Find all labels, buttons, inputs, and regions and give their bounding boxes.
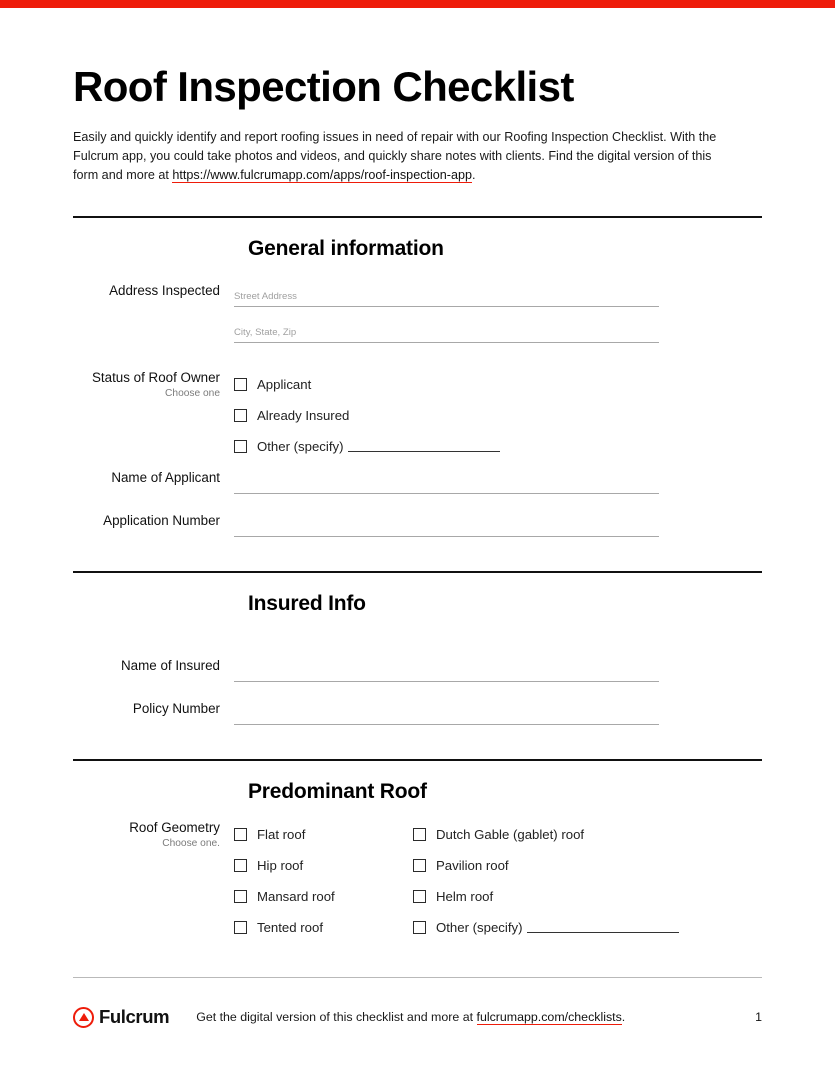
- field-row-policy-number: Policy Number: [73, 700, 762, 726]
- page-footer: Fulcrum Get the digital version of this …: [73, 1006, 762, 1028]
- other-roof-specify-input[interactable]: [527, 922, 680, 934]
- checkbox-option-other-status[interactable]: Other (specify): [234, 431, 762, 462]
- roof-geometry-left-column: Flat roof Hip roof Mansard roof Tented r…: [234, 819, 413, 943]
- policy-number-input[interactable]: [234, 700, 659, 726]
- circle-triangle-icon: [73, 1006, 94, 1028]
- checkbox-icon[interactable]: [234, 828, 247, 842]
- field-row-name-of-applicant: Name of Applicant: [73, 469, 762, 495]
- street-address-input[interactable]: Street Address: [234, 282, 659, 308]
- checkbox-option-pavilion-roof[interactable]: Pavilion roof: [413, 850, 762, 881]
- checkbox-option-tented-roof[interactable]: Tented roof: [234, 912, 413, 943]
- footer-text: Get the digital version of this checklis…: [196, 1010, 755, 1025]
- field-label-status-of-roof-owner: Status of Roof Owner Choose one: [73, 369, 234, 401]
- field-label-policy-number: Policy Number: [132, 701, 220, 717]
- page-number: 1: [755, 1010, 762, 1024]
- intro-text-after-link: .: [472, 168, 476, 183]
- checkbox-option-other-roof[interactable]: Other (specify): [413, 912, 762, 943]
- page-title: Roof Inspection Checklist: [73, 63, 574, 110]
- section-heading-general: General information: [248, 237, 444, 261]
- intro-link[interactable]: https://www.fulcrumapp.com/apps/roof-ins…: [172, 168, 472, 184]
- field-row-status-of-roof-owner: Status of Roof Owner Choose one Applican…: [73, 369, 762, 462]
- checkbox-icon[interactable]: [413, 859, 426, 873]
- checkbox-label: Dutch Gable (gablet) roof: [436, 827, 585, 843]
- document-page: Roof Inspection Checklist Easily and qui…: [0, 0, 835, 1080]
- fulcrum-logo: Fulcrum: [73, 1006, 170, 1028]
- checkbox-icon[interactable]: [234, 409, 247, 423]
- name-of-applicant-input[interactable]: [234, 469, 659, 495]
- document-content: Roof Inspection Checklist Easily and qui…: [0, 8, 835, 943]
- checkbox-icon[interactable]: [413, 890, 426, 904]
- checkbox-option-flat-roof[interactable]: Flat roof: [234, 819, 413, 850]
- logo-wordmark: Fulcrum: [99, 1006, 170, 1027]
- section-general-information: General information Address Inspected St…: [73, 218, 762, 571]
- field-row-roof-geometry: Roof Geometry Choose one. Flat roof Hip …: [73, 819, 762, 943]
- roof-geometry-right-column: Dutch Gable (gablet) roof Pavilion roof …: [413, 819, 762, 943]
- section-heading-insured: Insured Info: [248, 592, 366, 616]
- checkbox-option-dutch-gable-roof[interactable]: Dutch Gable (gablet) roof: [413, 819, 762, 850]
- checkbox-label: Helm roof: [436, 889, 494, 905]
- checkbox-label: Tented roof: [257, 920, 323, 936]
- footer-link[interactable]: fulcrumapp.com/checklists: [476, 1010, 622, 1025]
- checkbox-label: Flat roof: [257, 827, 306, 843]
- field-label-roof-geometry: Roof Geometry Choose one.: [73, 819, 234, 851]
- checkbox-option-already-insured[interactable]: Already Insured: [234, 400, 762, 431]
- footer-text-after-link: .: [621, 1010, 626, 1024]
- checkbox-label: Other (specify): [257, 439, 344, 455]
- field-hint-roof-geometry: Choose one.: [162, 838, 220, 850]
- section-insured-info: Insured Info Name of Insured Policy Numb…: [73, 573, 762, 759]
- section-predominant-roof: Predominant Roof Roof Geometry Choose on…: [73, 761, 762, 943]
- checkbox-icon[interactable]: [234, 921, 247, 935]
- checkbox-label: Hip roof: [257, 858, 304, 874]
- checkbox-icon[interactable]: [413, 921, 426, 935]
- intro-paragraph: Easily and quickly identify and report r…: [73, 128, 733, 185]
- checkbox-option-hip-roof[interactable]: Hip roof: [234, 850, 413, 881]
- checkbox-icon[interactable]: [234, 378, 247, 392]
- field-label-address-inspected: Address Inspected: [109, 283, 220, 299]
- triangle-shape: [78, 1013, 89, 1021]
- checkbox-option-helm-roof[interactable]: Helm roof: [413, 881, 762, 912]
- roof-geometry-options: Flat roof Hip roof Mansard roof Tented r…: [234, 819, 762, 943]
- checkbox-icon[interactable]: [234, 890, 247, 904]
- checkbox-icon[interactable]: [234, 440, 247, 454]
- section-heading-roof: Predominant Roof: [248, 780, 427, 804]
- checkbox-label: Mansard roof: [257, 889, 335, 905]
- checkbox-option-applicant[interactable]: Applicant: [234, 369, 762, 400]
- field-row-name-of-insured: Name of Insured: [73, 657, 762, 683]
- checkbox-option-mansard-roof[interactable]: Mansard roof: [234, 881, 413, 912]
- brand-accent-bar: [0, 0, 835, 8]
- checkbox-icon[interactable]: [413, 828, 426, 842]
- city-state-zip-placeholder: City, State, Zip: [234, 327, 297, 339]
- application-number-input[interactable]: [234, 512, 659, 538]
- city-state-zip-input[interactable]: City, State, Zip: [234, 318, 659, 344]
- name-of-insured-input[interactable]: [234, 657, 659, 683]
- checkbox-label: Applicant: [257, 377, 312, 393]
- checkbox-label: Already Insured: [257, 408, 350, 424]
- checkbox-label: Other (specify): [436, 920, 523, 936]
- field-label-application-number: Application Number: [103, 513, 220, 529]
- field-label-name-of-applicant: Name of Applicant: [111, 470, 220, 486]
- field-label-name-of-insured: Name of Insured: [121, 658, 220, 674]
- field-row-address-inspected: Address Inspected Street Address City, S…: [73, 282, 762, 344]
- field-hint-status-of-roof-owner: Choose one: [165, 388, 220, 400]
- footer-text-before-link: Get the digital version of this checklis…: [196, 1010, 477, 1024]
- street-address-placeholder: Street Address: [234, 291, 297, 303]
- field-row-application-number: Application Number: [73, 512, 762, 538]
- checkbox-icon[interactable]: [234, 859, 247, 873]
- footer-divider: [73, 977, 762, 978]
- checkbox-label: Pavilion roof: [436, 858, 509, 874]
- other-status-specify-input[interactable]: [348, 441, 501, 453]
